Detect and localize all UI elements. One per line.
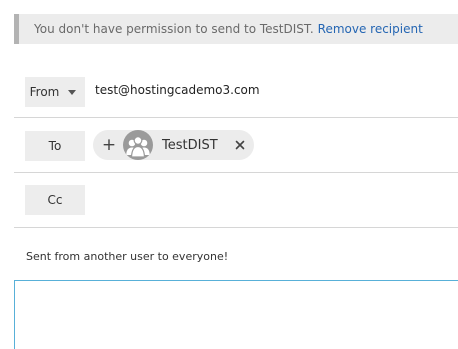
plus-icon[interactable]: +	[95, 130, 123, 160]
chevron-down-icon	[68, 90, 77, 95]
to-button[interactable]: To	[25, 131, 85, 161]
to-button-label: To	[48, 139, 62, 153]
from-button[interactable]: From	[25, 77, 85, 107]
message-editor[interactable]	[14, 280, 458, 349]
recipient-name: TestDIST	[162, 137, 218, 153]
from-address: test@hostingcademo3.com	[95, 83, 260, 97]
permission-warning-banner: You don't have permission to send to Tes…	[14, 14, 458, 44]
close-icon[interactable]	[233, 138, 247, 152]
cc-button[interactable]: Cc	[25, 185, 85, 215]
compose-pane: You don't have permission to send to Tes…	[0, 0, 458, 349]
to-row: To + TestDIST	[14, 118, 458, 173]
message-body-text[interactable]: Sent from another user to everyone!	[26, 250, 228, 263]
cc-row: Cc	[14, 173, 458, 228]
from-button-label: From	[29, 85, 60, 99]
permission-warning-message: You don't have permission to send to Tes…	[34, 22, 314, 36]
recipient-pill[interactable]: + TestDIST	[93, 130, 254, 160]
from-row: From test@hostingcademo3.com	[14, 63, 458, 118]
remove-recipient-link[interactable]: Remove recipient	[318, 22, 423, 36]
group-icon	[123, 130, 153, 160]
cc-button-label: Cc	[47, 193, 63, 207]
